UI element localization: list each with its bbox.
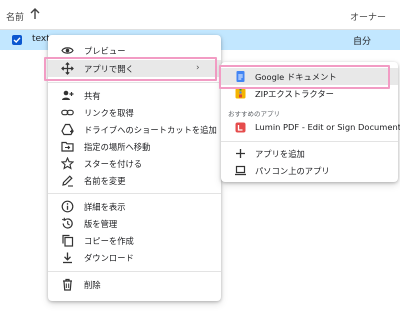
laptop-icon: [234, 164, 247, 177]
menu-item-label: ダウンロード: [84, 253, 134, 263]
person-add-icon: [61, 89, 74, 102]
submenu-item-label: ZIPエクストラクター: [255, 89, 334, 99]
menu-item-label: 共有: [84, 91, 101, 101]
sort-up-arrow-icon[interactable]: [28, 6, 42, 22]
menu-item-share[interactable]: 共有: [48, 87, 221, 104]
lumin-pdf-icon: [234, 121, 247, 134]
menu-item-rename[interactable]: 名前を変更: [48, 172, 221, 189]
menu-item-add-shortcut[interactable]: ドライブへのショートカットを追加: [48, 121, 221, 138]
menu-item-label: 削除: [84, 280, 101, 290]
submenu-item-desktop-app[interactable]: パソコン上のアプリ: [221, 162, 398, 179]
trash-icon: [61, 278, 74, 291]
row-checkbox-checked-icon[interactable]: [12, 35, 22, 45]
menu-divider: [48, 82, 221, 83]
column-header-owner[interactable]: オーナー: [350, 10, 386, 23]
download-icon: [61, 251, 74, 264]
pencil-icon: [61, 174, 74, 187]
plus-icon: [234, 147, 247, 160]
highlight-frame-open-with: [44, 57, 217, 81]
menu-item-label: リンクを取得: [84, 108, 134, 118]
submenu-divider: [221, 141, 398, 142]
menu-item-get-link[interactable]: リンクを取得: [48, 104, 221, 121]
menu-item-label: プレビュー: [84, 46, 126, 56]
menu-item-star[interactable]: スターを付ける: [48, 155, 221, 172]
suggested-apps-heading: おすすめのアプリ: [228, 110, 280, 118]
menu-divider: [48, 271, 221, 272]
column-header-name[interactable]: 名前: [6, 10, 24, 23]
menu-item-label: 指定の場所へ移動: [84, 142, 151, 152]
menu-item-download[interactable]: ダウンロード: [48, 249, 221, 266]
eye-icon: [61, 44, 74, 57]
menu-item-label: 版を管理: [84, 219, 118, 229]
link-icon: [61, 106, 74, 119]
menu-item-label: ドライブへのショートカットを追加: [84, 125, 217, 135]
menu-item-move[interactable]: 指定の場所へ移動: [48, 138, 221, 155]
menu-item-label: 詳細を表示: [84, 202, 126, 212]
file-owner: 自分: [353, 37, 372, 47]
menu-item-versions[interactable]: 版を管理: [48, 215, 221, 232]
menu-item-delete[interactable]: 削除: [48, 276, 221, 293]
menu-item-label: スターを付ける: [84, 159, 143, 169]
submenu-item-label: パソコン上のアプリ: [255, 166, 330, 176]
history-icon: [61, 217, 74, 230]
menu-divider: [48, 193, 221, 194]
submenu-item-add-app[interactable]: アプリを追加: [221, 145, 398, 162]
star-icon: [60, 156, 75, 170]
drive-shortcut-icon: [61, 123, 74, 136]
menu-item-label: 名前を変更: [84, 176, 126, 186]
file-list-header: 名前 オーナー: [0, 0, 400, 30]
copy-icon: [61, 234, 74, 247]
info-icon: [61, 200, 74, 213]
submenu-item-lumin-pdf[interactable]: Lumin PDF - Edit or Sign Documents: [221, 119, 400, 136]
menu-item-label: コピーを作成: [84, 236, 134, 246]
submenu-item-label: Lumin PDF - Edit or Sign Documents: [255, 122, 400, 132]
submenu-item-label: アプリを追加: [255, 149, 305, 159]
menu-item-make-copy[interactable]: コピーを作成: [48, 232, 221, 249]
highlight-frame-google-docs: [219, 65, 390, 89]
menu-item-details[interactable]: 詳細を表示: [48, 198, 221, 215]
folder-move-icon: [61, 140, 74, 153]
